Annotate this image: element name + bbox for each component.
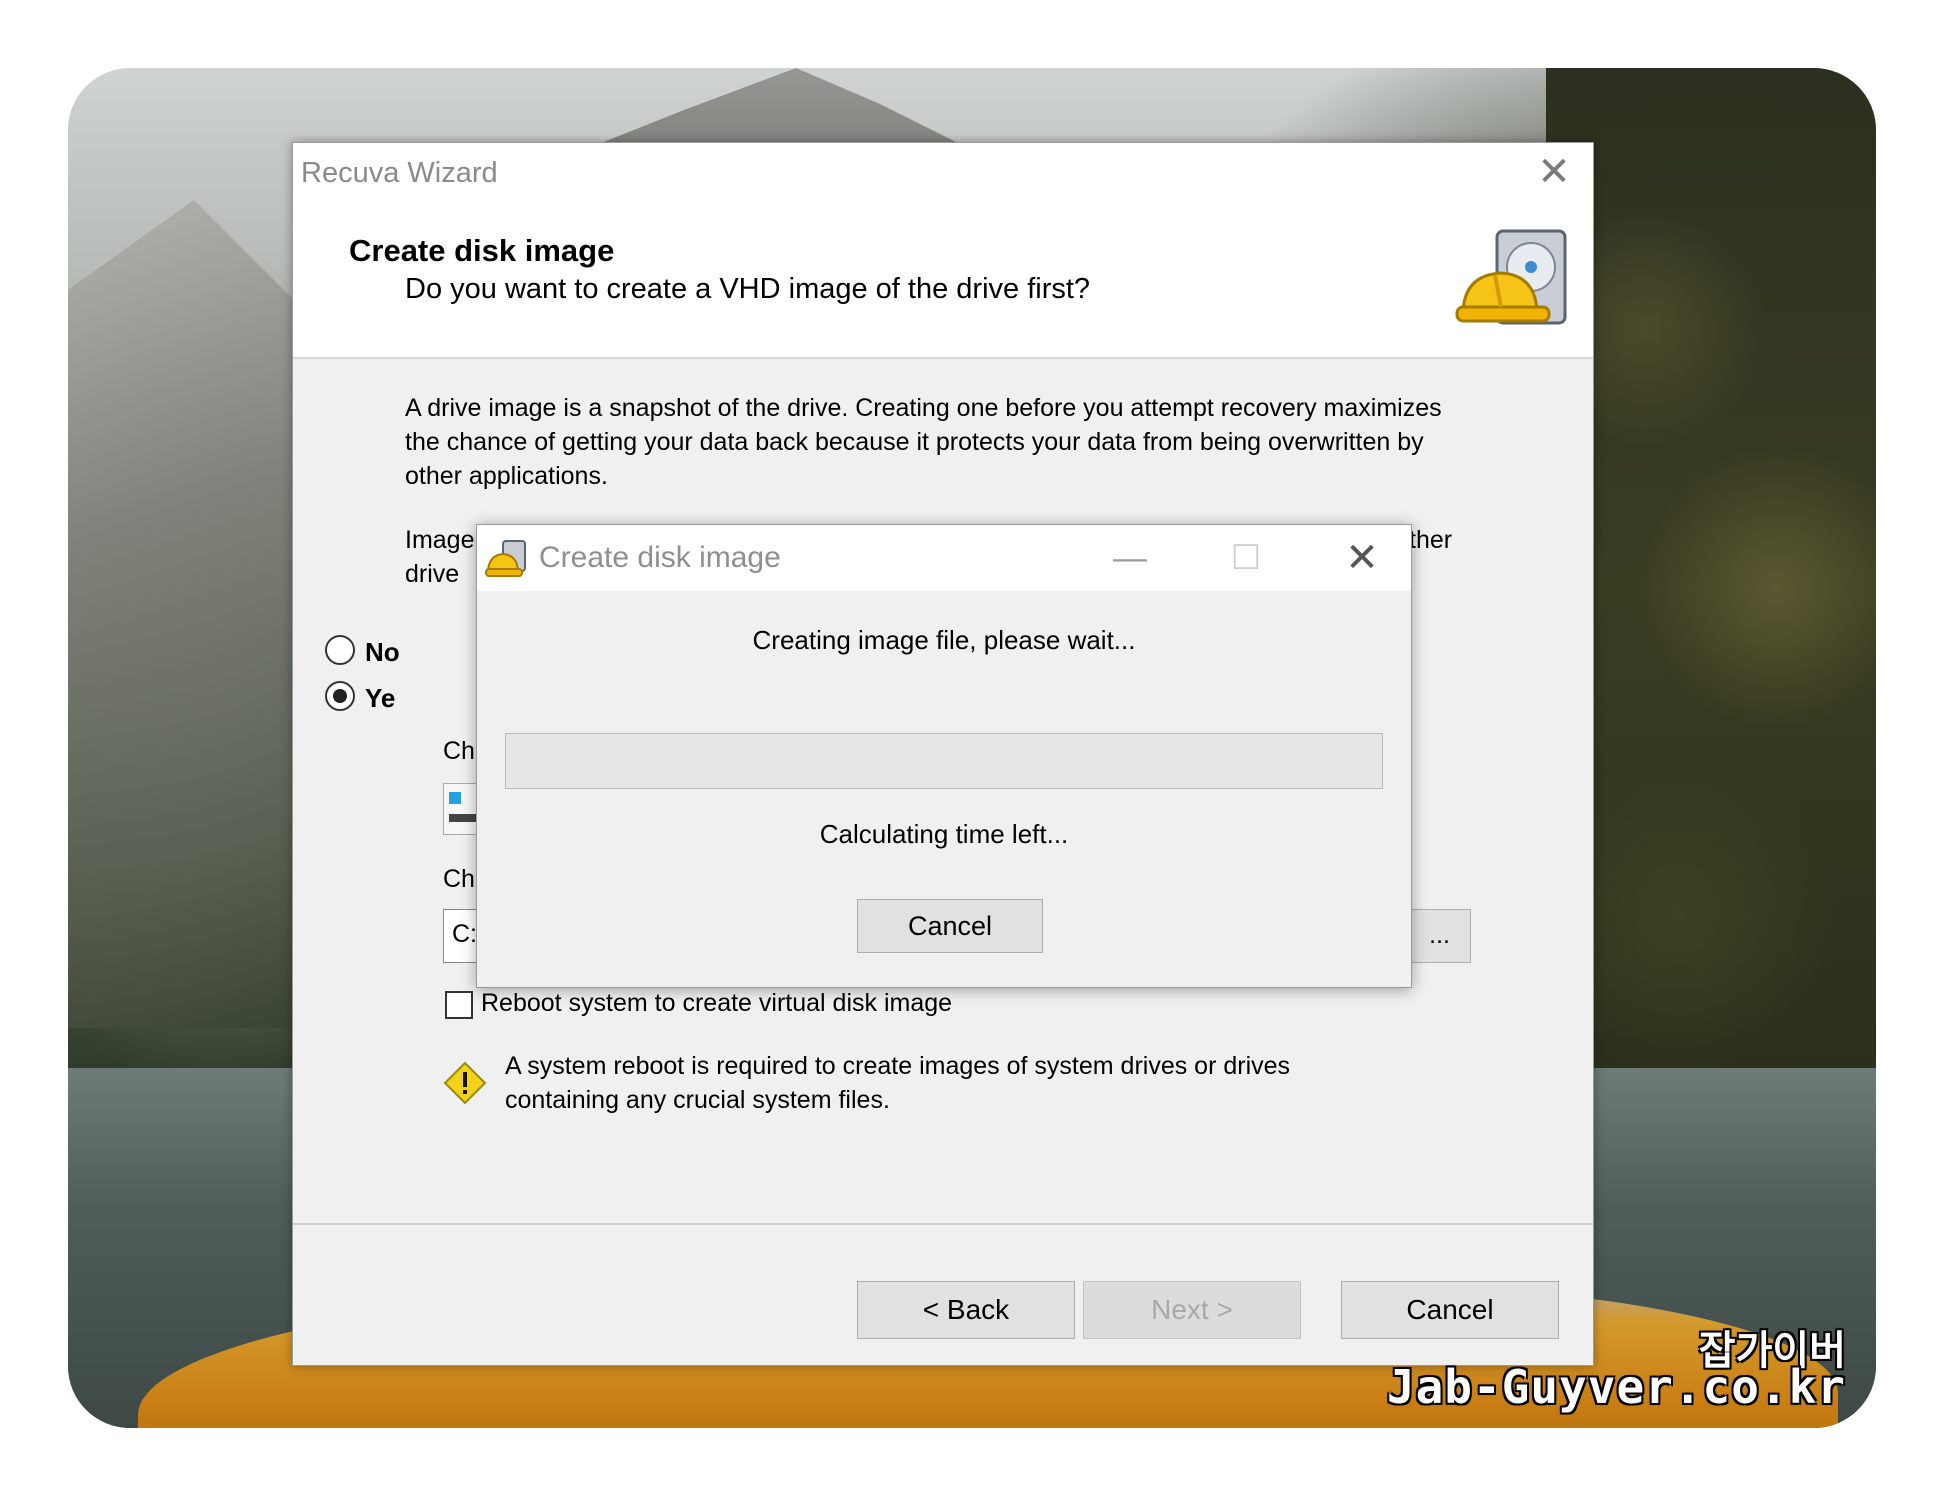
recuva-hardhat-disk-icon [1455,229,1567,325]
back-button[interactable]: < Back [857,1281,1075,1339]
radio-no-label[interactable]: No [365,637,400,668]
radio-no[interactable] [325,635,355,665]
wizard-titlebar: Recuva Wizard ✕ [293,143,1593,203]
create-disk-image-dialog: Create disk image — ☐ ✕ Creating image f… [476,524,1412,988]
wizard-subheading: Do you want to create a VHD image of the… [405,273,1091,305]
next-button[interactable]: Next > [1083,1281,1301,1339]
image-label-line2: drive [405,560,460,588]
wizard-window-title: Recuva Wizard [301,157,498,189]
image-progress-bar [505,733,1383,789]
footer-divider [293,1223,1593,1225]
radio-yes[interactable] [325,681,355,711]
radio-yes-label[interactable]: Ye [365,683,395,714]
wizard-header: Create disk image Do you want to create … [293,203,1593,359]
dialog-cancel-button[interactable]: Cancel [857,899,1043,953]
wizard-close-icon[interactable]: ✕ [1529,149,1579,195]
time-left-text: Calculating time left... [819,819,1069,849]
reboot-warning-text: A system reboot is required to create im… [505,1052,1291,1114]
image-path-value: C: [452,920,477,948]
dialog-title: Create disk image [539,541,781,574]
maximize-icon[interactable]: ☐ [1223,535,1269,581]
choose-drive-label: Ch [443,737,475,765]
image-label-right-fragment: ther [1409,526,1453,554]
wizard-cancel-button[interactable]: Cancel [1341,1281,1559,1339]
minimize-icon[interactable]: — [1107,535,1153,581]
dialog-status-text: Creating image file, please wait... [752,625,1136,655]
image-label-line1: Image [405,526,475,554]
choose-path-label: Ch [443,865,475,893]
watermark-site: Jab-Guyver.co.kr [1386,1360,1846,1414]
wizard-heading: Create disk image [349,233,615,268]
recuva-hardhat-icon [485,540,526,577]
dialog-close-icon[interactable]: ✕ [1339,535,1385,581]
dialog-titlebar: Create disk image — ☐ ✕ [477,525,1411,591]
image-option-label: Image drive [405,523,474,591]
reboot-checkbox-label[interactable]: Reboot system to create virtual disk ima… [481,989,952,1018]
description-text: A drive image is a snapshot of the drive… [405,394,1442,490]
warning-icon [443,1061,487,1105]
reboot-checkbox[interactable] [445,991,473,1019]
